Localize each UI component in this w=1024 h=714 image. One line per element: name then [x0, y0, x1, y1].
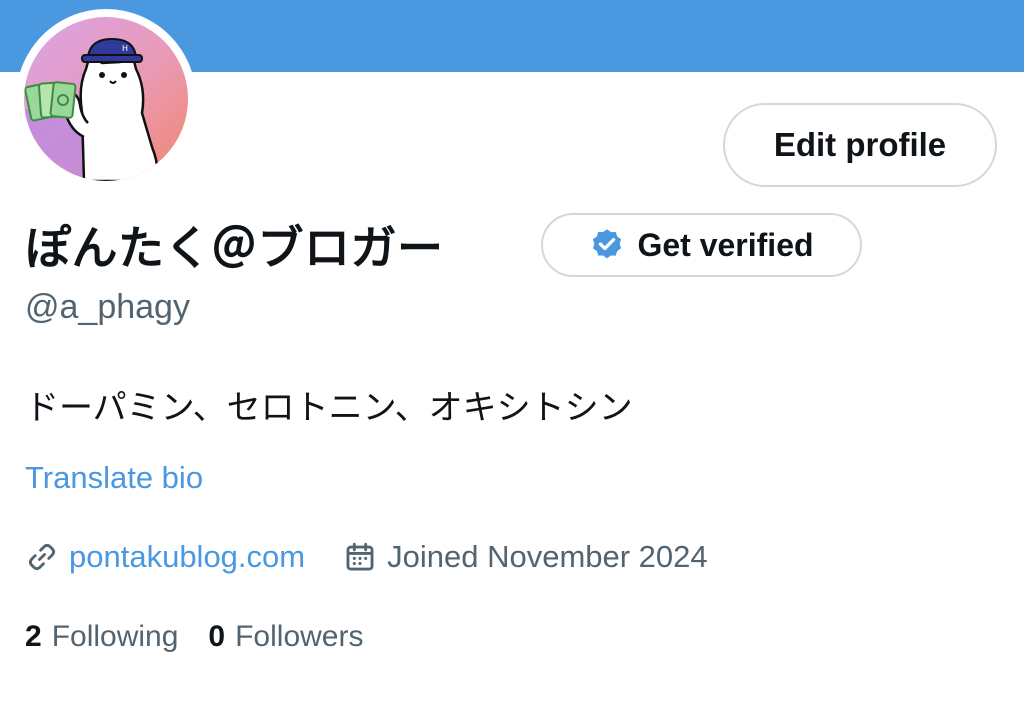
get-verified-label: Get verified [637, 226, 814, 263]
following-label: Following [51, 620, 179, 653]
translate-bio-link[interactable]: Translate bio [25, 460, 203, 496]
svg-text:H: H [122, 44, 128, 53]
edit-profile-button[interactable]: Edit profile [723, 103, 997, 187]
avatar-illustration: H [24, 17, 188, 181]
joined-item: Joined November 2024 [343, 539, 708, 575]
get-verified-button[interactable]: Get verified [541, 213, 862, 277]
display-name: ぽんたく＠ブロガー [25, 222, 444, 274]
link-icon [28, 543, 56, 571]
user-handle: @a_phagy [25, 288, 190, 326]
following-link[interactable]: 2 Following [25, 620, 178, 654]
avatar-container[interactable]: H [16, 9, 196, 189]
website-link[interactable]: pontakublog.com [69, 539, 305, 575]
joined-date: Joined November 2024 [387, 539, 708, 574]
profile-meta: pontakublog.com Joined November 2024 [25, 534, 708, 580]
followers-link[interactable]: 0 Followers [208, 620, 363, 654]
website-item[interactable]: pontakublog.com [25, 539, 305, 575]
following-count: 2 [25, 620, 42, 653]
followers-count: 0 [208, 620, 226, 653]
display-name-row: ぽんたく＠ブロガー [25, 212, 444, 278]
verified-badge-icon [593, 229, 622, 259]
avatar[interactable]: H [24, 17, 188, 181]
follow-stats: 2 Following 0 Followers [25, 615, 363, 659]
followers-label: Followers [235, 620, 364, 653]
profile-bio: ドーパミン、セロトニン、オキシトシン [25, 389, 633, 427]
calendar-icon [346, 542, 374, 571]
